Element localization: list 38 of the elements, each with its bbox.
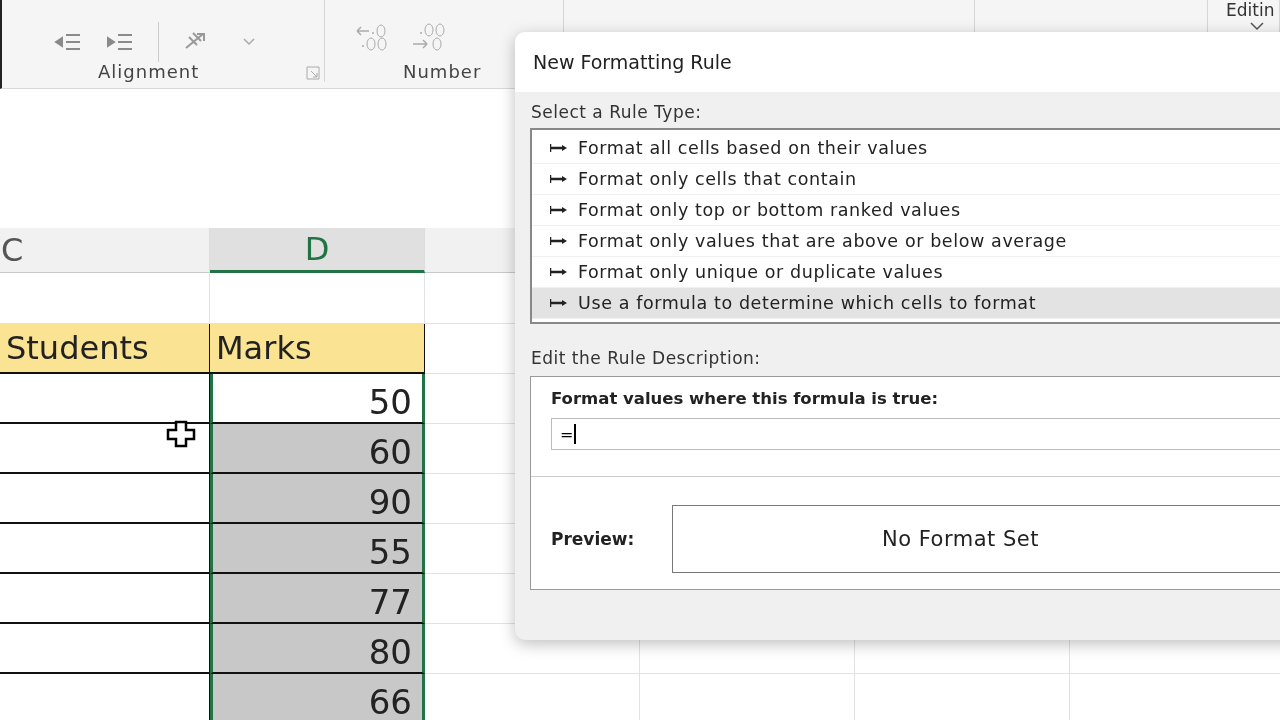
rule-type-item[interactable]: Format only cells that contain xyxy=(532,164,1280,195)
column-header[interactable]: C xyxy=(0,228,210,273)
arrow-icon xyxy=(550,206,568,214)
decrease-indent-icon[interactable] xyxy=(54,31,82,53)
arrow-icon xyxy=(550,237,568,245)
arrow-icon xyxy=(550,175,568,183)
section-label: Select a Rule Type: xyxy=(531,102,703,122)
dialog-launcher-icon[interactable] xyxy=(306,66,320,80)
chevron-icon[interactable] xyxy=(1250,22,1264,31)
section-label: Edit the Rule Description: xyxy=(531,348,762,368)
table-cell: Students xyxy=(0,324,210,374)
increase-indent-icon[interactable] xyxy=(106,31,134,53)
arrow-icon xyxy=(550,268,568,276)
rule-type-item[interactable]: Format only values that are above or below average xyxy=(532,226,1280,257)
cell-cursor-icon xyxy=(166,420,196,448)
table-cell: 60 xyxy=(210,424,425,474)
rule-type-item[interactable]: Format only top or bottom ranked values xyxy=(532,195,1280,226)
arrow-icon xyxy=(550,299,568,307)
table-cell: 77 xyxy=(210,574,425,624)
group-label: Alignment xyxy=(98,61,200,82)
caret-icon[interactable] xyxy=(243,38,255,46)
table-cell: 90 xyxy=(210,474,425,524)
table-cell: 55 xyxy=(210,524,425,574)
formula-field[interactable]: = xyxy=(551,418,1280,450)
column-header[interactable]: D xyxy=(210,228,425,273)
preview-label: Preview: xyxy=(551,529,636,549)
rule-type-item[interactable]: Use a formula to determine which cells to format xyxy=(532,288,1280,319)
group-label: Number xyxy=(403,61,482,82)
table-cell: 66 xyxy=(210,674,425,720)
arrow-icon xyxy=(550,144,568,152)
preview-box: No Format Set xyxy=(672,505,1280,573)
table-cell: Marks xyxy=(210,324,425,374)
increase-decimal-icon[interactable] xyxy=(411,22,447,52)
rule-type-item[interactable]: Format all cells based on their values xyxy=(532,133,1280,164)
field-label: Format values where this formula is true: xyxy=(551,389,940,408)
dialog-title: New Formatting Rule xyxy=(533,51,732,73)
group-label: Editin xyxy=(1226,0,1276,20)
table-cell: 80 xyxy=(210,624,425,674)
